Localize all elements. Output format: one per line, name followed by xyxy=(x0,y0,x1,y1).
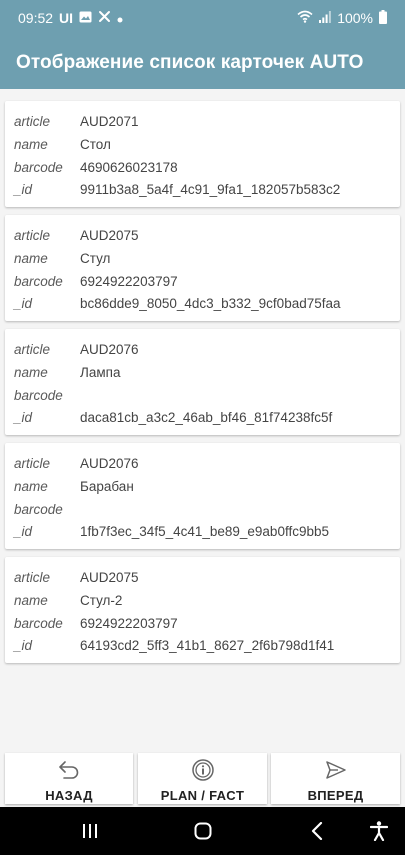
card-article: AUD2075 xyxy=(80,228,139,243)
card-row-name: name Стол xyxy=(5,137,400,157)
page-title: Отображение список карточек AUTO xyxy=(16,51,364,73)
card-id: bc86dde9_8050_4dc3_b332_9cf0bad75faa xyxy=(80,296,341,311)
card-row-article: article AUD2071 xyxy=(5,114,400,134)
card-id: 1fb7f3ec_34f5_4c41_be89_e9ab0ffc9bb5 xyxy=(80,524,329,539)
recent-apps-icon[interactable] xyxy=(82,823,98,844)
card-row-article: article AUD2075 xyxy=(5,228,400,248)
undo-arrow-icon xyxy=(57,759,81,786)
card-row-barcode: barcode 4690626023178 xyxy=(5,160,400,180)
card-article: AUD2076 xyxy=(80,456,139,471)
card-row-article: article AUD2075 xyxy=(5,570,400,590)
card-row-id: _id 1fb7f3ec_34f5_4c41_be89_e9ab0ffc9bb5 xyxy=(5,524,400,544)
status-ui-label: UI xyxy=(59,10,74,26)
field-key-name: name xyxy=(14,251,48,266)
card-row-barcode: barcode xyxy=(5,502,400,522)
accessibility-icon[interactable] xyxy=(369,821,389,846)
send-icon xyxy=(324,759,348,786)
field-key-id: _id xyxy=(14,410,33,425)
field-key-id: _id xyxy=(14,524,33,539)
card-row-id: _id daca81cb_a3c2_46ab_bf46_81f74238fc5f xyxy=(5,410,400,430)
card-row-barcode: barcode 6924922203797 xyxy=(5,274,400,294)
field-key-article: article xyxy=(14,114,51,129)
card-id: 64193cd2_5ff3_41b1_8627_2f6b798d1f41 xyxy=(80,638,335,653)
app-bar: Отображение список карточек AUTO xyxy=(0,36,405,89)
list-item-card[interactable]: article AUD2071 name Стол barcode 469062… xyxy=(5,101,400,207)
field-key-barcode: barcode xyxy=(14,502,63,517)
plan-fact-button[interactable]: PLAN / FACT xyxy=(138,753,267,804)
card-row-barcode: barcode xyxy=(5,388,400,408)
card-row-name: name Стул xyxy=(5,251,400,271)
back-button[interactable]: НАЗАД xyxy=(5,753,133,804)
forward-button[interactable]: ВПЕРЕД xyxy=(271,753,400,804)
image-icon xyxy=(79,10,92,26)
card-article: AUD2071 xyxy=(80,114,139,129)
field-key-name: name xyxy=(14,365,48,380)
info-circle-icon xyxy=(191,759,215,786)
card-row-article: article AUD2076 xyxy=(5,456,400,476)
list-item-card[interactable]: article AUD2075 name Стул barcode 692492… xyxy=(5,215,400,321)
card-article: AUD2076 xyxy=(80,342,139,357)
status-time: 09:52 xyxy=(18,10,54,26)
battery-icon xyxy=(379,9,387,27)
field-key-name: name xyxy=(14,137,48,152)
card-row-id: _id 64193cd2_5ff3_41b1_8627_2f6b798d1f41 xyxy=(5,638,400,658)
plan-fact-button-label: PLAN / FACT xyxy=(160,788,245,803)
card-row-id: _id 9911b3a8_5a4f_4c91_9fa1_182057b583c2 xyxy=(5,182,400,202)
field-key-id: _id xyxy=(14,296,33,311)
field-key-barcode: barcode xyxy=(14,616,63,631)
status-bar: 09:52 UI 100% xyxy=(0,0,405,36)
card-row-barcode: barcode 6924922203797 xyxy=(5,616,400,636)
tools-icon xyxy=(98,10,111,26)
field-key-article: article xyxy=(14,456,51,471)
card-barcode: 6924922203797 xyxy=(80,274,178,289)
list-item-card[interactable]: article AUD2076 name Барабан barcode _id… xyxy=(5,443,400,549)
card-name: Стол xyxy=(80,137,111,152)
card-row-name: name Стул-2 xyxy=(5,593,400,613)
field-key-article: article xyxy=(14,570,51,585)
card-list[interactable]: article AUD2071 name Стол barcode 469062… xyxy=(0,89,405,751)
card-barcode: 6924922203797 xyxy=(80,616,178,631)
field-key-barcode: barcode xyxy=(14,160,63,175)
status-right: 100% xyxy=(297,9,387,27)
bottom-action-bar: НАЗАД PLAN / FACT ВПЕРЕД xyxy=(0,751,405,807)
field-key-article: article xyxy=(14,228,51,243)
wifi-icon xyxy=(297,10,313,26)
forward-button-label: ВПЕРЕД xyxy=(307,788,364,803)
field-key-barcode: barcode xyxy=(14,274,63,289)
card-article: AUD2075 xyxy=(80,570,139,585)
card-row-name: name Барабан xyxy=(5,479,400,499)
card-barcode: 4690626023178 xyxy=(80,160,178,175)
field-key-name: name xyxy=(14,593,48,608)
card-id: 9911b3a8_5a4f_4c91_9fa1_182057b583c2 xyxy=(80,182,341,197)
card-name: Лампа xyxy=(80,365,121,380)
notification-dot-icon xyxy=(117,10,123,26)
status-left: 09:52 UI xyxy=(18,10,123,26)
card-name: Стул-2 xyxy=(80,593,123,608)
battery-percent: 100% xyxy=(337,10,373,26)
list-item-card[interactable]: article AUD2076 name Лампа barcode _id d… xyxy=(5,329,400,435)
card-row-name: name Лампа xyxy=(5,365,400,385)
back-button-label: НАЗАД xyxy=(45,788,93,803)
card-id: daca81cb_a3c2_46ab_bf46_81f74238fc5f xyxy=(80,410,333,425)
back-nav-icon[interactable] xyxy=(311,821,323,845)
card-name: Барабан xyxy=(80,479,134,494)
field-key-id: _id xyxy=(14,638,33,653)
card-row-article: article AUD2076 xyxy=(5,342,400,362)
signal-icon xyxy=(319,10,332,26)
field-key-article: article xyxy=(14,342,51,357)
card-row-id: _id bc86dde9_8050_4dc3_b332_9cf0bad75faa xyxy=(5,296,400,316)
field-key-name: name xyxy=(14,479,48,494)
card-name: Стул xyxy=(80,251,111,266)
field-key-id: _id xyxy=(14,182,33,197)
list-item-card[interactable]: article AUD2075 name Стул-2 barcode 6924… xyxy=(5,557,400,663)
home-icon[interactable] xyxy=(194,822,212,845)
field-key-barcode: barcode xyxy=(14,388,63,403)
system-nav-bar xyxy=(0,807,405,855)
